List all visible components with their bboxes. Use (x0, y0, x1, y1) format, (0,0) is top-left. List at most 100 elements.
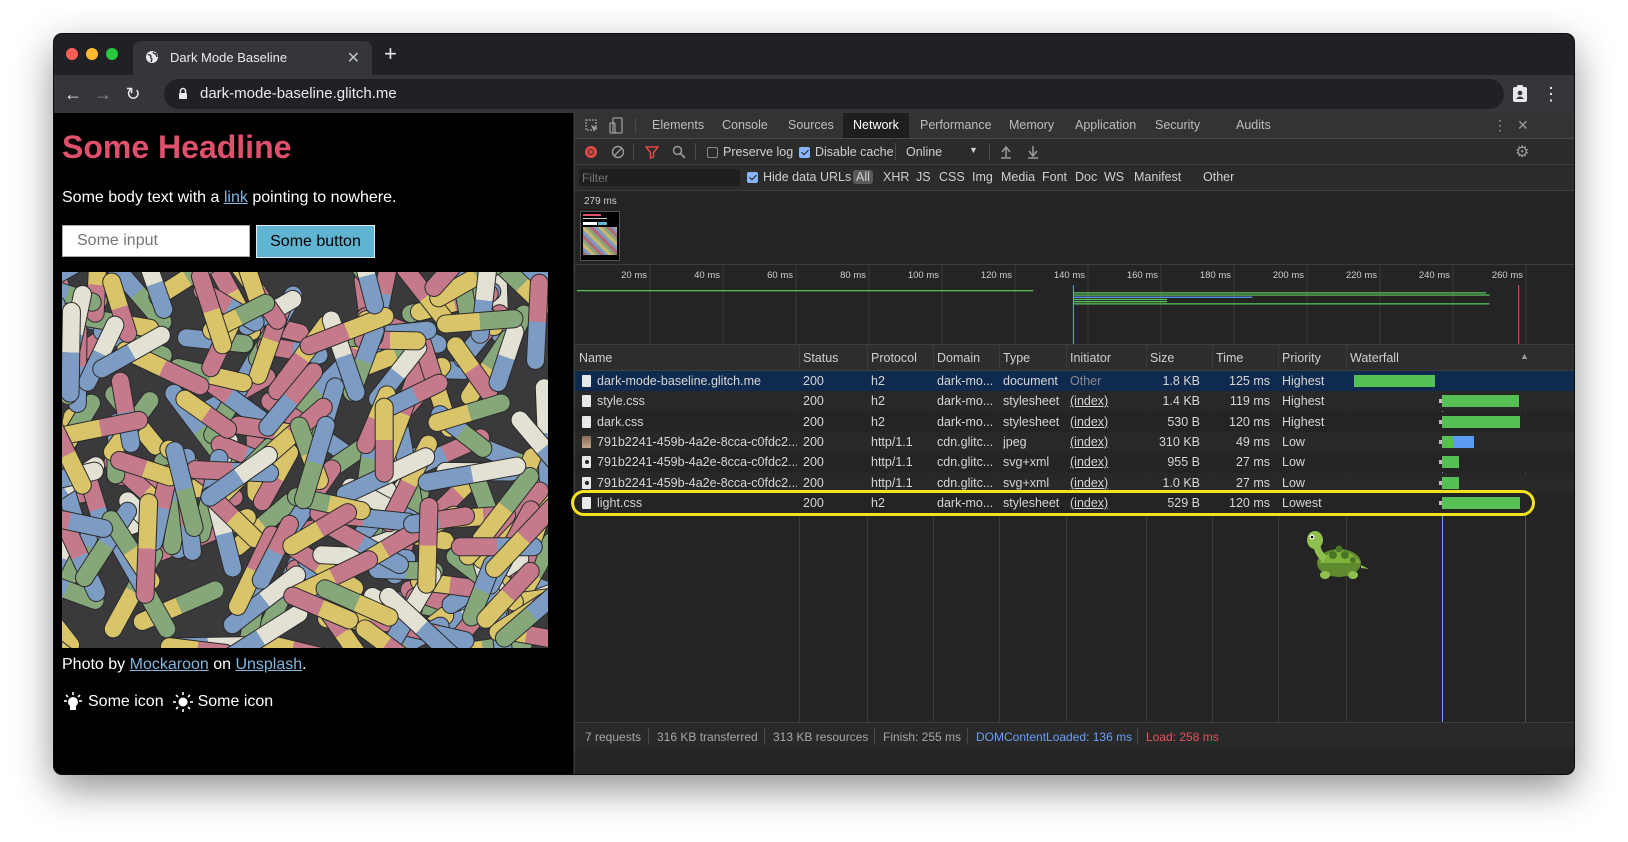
address-bar[interactable]: dark-mode-baseline.glitch.me (164, 79, 1504, 109)
photo-credit: Photo by Mockaroon on Unsplash. (62, 656, 307, 674)
hide-data-urls-checkbox[interactable]: Hide data URLs (747, 170, 851, 184)
overview-request-bar (1073, 294, 1490, 296)
timeline-tick-label: 240 ms (1418, 270, 1450, 281)
filter-type-doc[interactable]: Doc (1075, 170, 1097, 184)
toolbar-separator (633, 143, 634, 160)
request-row[interactable]: dark.css 200 h2 dark-mo... stylesheet (index)… (575, 411, 1574, 432)
cell-initiator[interactable]: (index) (1070, 415, 1146, 429)
filter-type-font[interactable]: Font (1042, 170, 1067, 184)
icon-label-1: Some icon (88, 693, 164, 710)
zoom-window-button[interactable] (106, 48, 118, 60)
export-har-icon[interactable] (1027, 145, 1039, 159)
column-header-size[interactable]: Size (1150, 351, 1174, 365)
filter-type-media[interactable]: Media (1001, 170, 1035, 184)
document-icon (582, 375, 591, 387)
request-row[interactable]: 791b2241-459b-4a2e-8cca-c0fdc2... 200 http… (575, 431, 1574, 452)
tab-memory[interactable]: Memory (1009, 113, 1054, 138)
filter-type-ws[interactable]: WS (1104, 170, 1124, 184)
cell-protocol: h2 (871, 414, 885, 429)
request-row[interactable]: style.css 200 h2 dark-mo... stylesheet (index… (575, 391, 1574, 412)
filmstrip-frame[interactable] (580, 211, 620, 261)
column-header-waterfall[interactable]: Waterfall (1350, 351, 1399, 365)
hide-data-urls-box[interactable] (747, 172, 758, 183)
inspect-icon[interactable] (585, 119, 599, 133)
cell-initiator[interactable]: (index) (1070, 476, 1146, 490)
some-button[interactable]: Some button (256, 225, 375, 258)
timeline-tick-label: 260 ms (1491, 270, 1523, 281)
request-row[interactable]: dark-mode-baseline.glitch.me 200 h2 dark-mo… (575, 371, 1574, 391)
tab-elements[interactable]: Elements (652, 113, 704, 138)
filter-input[interactable] (579, 169, 740, 186)
some-input[interactable] (62, 225, 250, 257)
cell-size: 530 B (1167, 414, 1200, 429)
timeline-tick-label: 200 ms (1272, 270, 1304, 281)
tab-sources[interactable]: Sources (788, 113, 834, 138)
column-header-type[interactable]: Type (1003, 351, 1030, 365)
body-link[interactable]: link (224, 189, 248, 206)
column-header-time[interactable]: Time (1216, 351, 1243, 365)
cell-initiator[interactable]: (index) (1070, 394, 1146, 408)
disable-cache-box[interactable] (799, 147, 810, 158)
column-header-protocol[interactable]: Protocol (871, 351, 917, 365)
more-options-icon[interactable]: ⋮ (1493, 117, 1507, 134)
request-row[interactable]: light.css 200 h2 dark-mo... stylesheet (index… (571, 489, 1574, 516)
disable-cache-checkbox[interactable]: Disable cache (799, 145, 894, 159)
cell-initiator[interactable]: (index) (1070, 435, 1146, 449)
filter-type-other[interactable]: Other (1203, 170, 1234, 184)
sort-ascending-icon[interactable]: ▲ (1520, 351, 1529, 361)
cell-initiator[interactable]: (index) (1070, 496, 1146, 510)
clear-icon[interactable] (611, 145, 625, 159)
search-icon[interactable] (672, 145, 686, 159)
request-row[interactable]: 791b2241-459b-4a2e-8cca-c0fdc2... 200 http… (575, 452, 1574, 473)
column-header-domain[interactable]: Domain (937, 351, 980, 365)
cell-priority: Low (1282, 475, 1305, 490)
turtle-icon (1307, 531, 1369, 579)
unsplash-link[interactable]: Unsplash (235, 656, 302, 673)
throttling-select[interactable]: Online ▼ (906, 145, 978, 159)
cell-time: 27 ms (1235, 455, 1270, 470)
back-icon[interactable]: ← (62, 83, 84, 105)
tab-application[interactable]: Application (1075, 113, 1136, 138)
gear-icon[interactable]: ⚙ (1515, 142, 1529, 162)
filter-icon[interactable] (645, 145, 659, 159)
tab-title: Dark Mode Baseline (170, 50, 288, 65)
preserve-log-checkbox[interactable]: Preserve log (707, 145, 793, 159)
device-toolbar-icon[interactable] (609, 117, 623, 134)
column-header-name[interactable]: Name (579, 351, 612, 365)
tab-performance[interactable]: Performance (920, 113, 992, 138)
author-link[interactable]: Mockaroon (130, 656, 209, 673)
column-header-status[interactable]: Status (803, 351, 838, 365)
waterfall-bar (1442, 456, 1460, 469)
filter-type-img[interactable]: Img (972, 170, 993, 184)
profile-icon[interactable] (1512, 85, 1528, 103)
column-header-initiator[interactable]: Initiator (1070, 351, 1111, 365)
column-header-priority[interactable]: Priority (1282, 351, 1321, 365)
minimize-window-button[interactable] (86, 48, 98, 60)
filter-type-xhr[interactable]: XHR (883, 170, 909, 184)
tab-console[interactable]: Console (722, 113, 768, 138)
browser-tab[interactable]: Dark Mode Baseline ✕ (133, 41, 372, 75)
tab-audits[interactable]: Audits (1236, 113, 1271, 138)
tab-security[interactable]: Security (1155, 113, 1200, 138)
filter-type-manifest[interactable]: Manifest (1134, 170, 1181, 184)
cell-domain: dark-mo... (937, 374, 994, 388)
hide-data-urls-label: Hide data URLs (763, 170, 852, 184)
tab-network[interactable]: Network (843, 113, 909, 138)
lightbulb-icon (64, 692, 82, 710)
filter-type-all[interactable]: All (853, 170, 873, 184)
filter-type-css[interactable]: CSS (939, 170, 965, 184)
close-window-button[interactable] (66, 48, 78, 60)
cell-initiator[interactable]: (index) (1070, 455, 1146, 469)
request-row[interactable]: 791b2241-459b-4a2e-8cca-c0fdc2... 200 http… (575, 472, 1574, 493)
import-har-icon[interactable] (1000, 145, 1012, 159)
close-tab-icon[interactable]: ✕ (347, 48, 360, 68)
body-text: Some body text with a link pointing to n… (62, 189, 396, 207)
menu-icon[interactable]: ⋮ (1542, 83, 1560, 105)
forward-icon[interactable]: → (92, 83, 114, 105)
close-devtools-icon[interactable]: ✕ (1517, 117, 1529, 134)
filter-type-js[interactable]: JS (916, 170, 931, 184)
new-tab-button[interactable]: + (384, 43, 397, 65)
record-icon[interactable] (584, 145, 598, 159)
reload-icon[interactable]: ↻ (122, 83, 144, 105)
preserve-log-box[interactable] (707, 147, 718, 158)
